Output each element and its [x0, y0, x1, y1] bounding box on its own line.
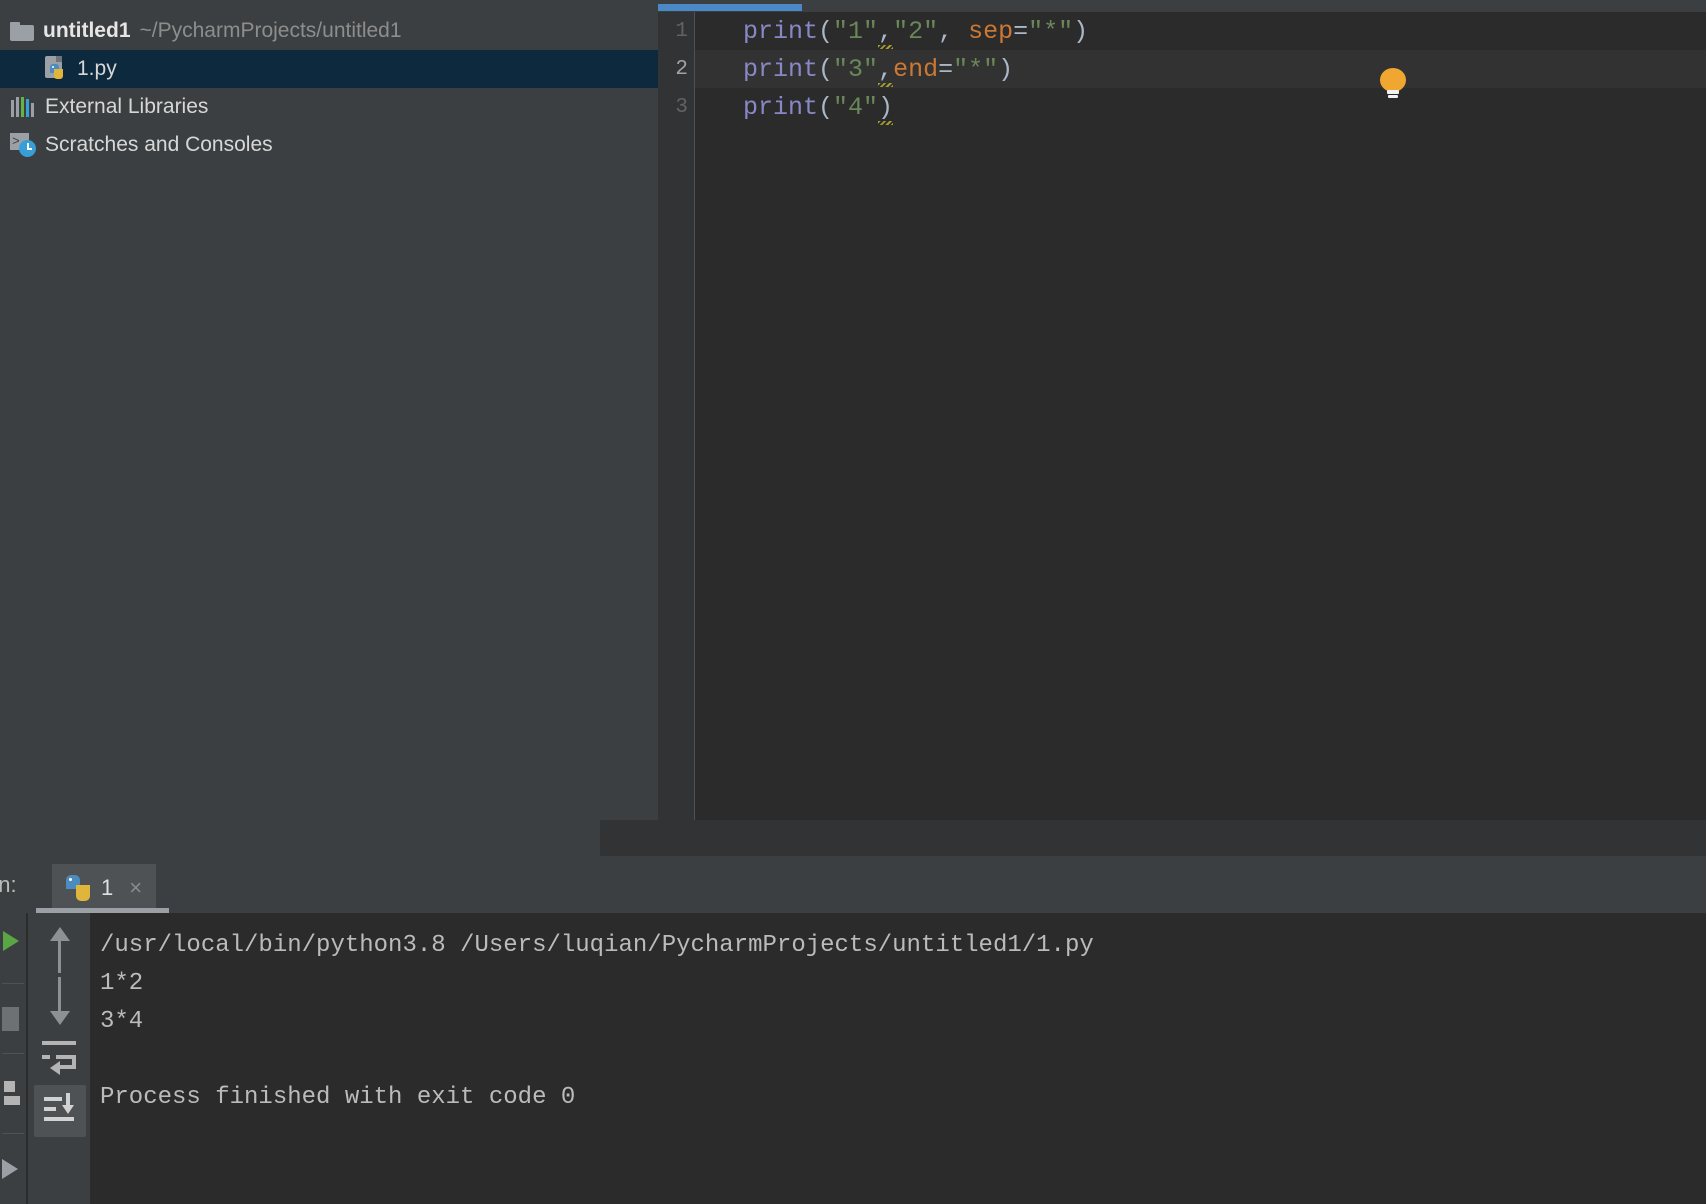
code-line-text: print("3", end = "*")	[743, 54, 1014, 87]
tree-row-project-root[interactable]: untitled1 ~/PycharmProjects/untitled1	[0, 12, 655, 50]
soft-wrap-icon[interactable]	[42, 1041, 80, 1075]
pycharm-window: untitled1 ~/PycharmProjects/untitled1 1.…	[0, 0, 1706, 1204]
editor-bottom-gap	[0, 820, 1706, 856]
run-tab-1[interactable]: 1 ×	[52, 864, 157, 912]
console-line: 1*2	[100, 970, 144, 997]
console-line: /usr/local/bin/python3.8 /Users/luqian/P…	[100, 932, 1094, 959]
run-tool-window-body: /usr/local/bin/python3.8 /Users/luqian/P…	[0, 913, 1706, 1204]
code-editor[interactable]: 1 print("1", "2", sep = "*") 2 print("3", en…	[658, 12, 1706, 820]
top-strip	[0, 0, 1706, 12]
folder-icon	[10, 21, 34, 41]
console-toolbar[interactable]	[28, 913, 90, 1204]
top-strip-right	[658, 0, 1706, 12]
tree-item-label: 1.py	[77, 57, 117, 80]
line-number: 3	[675, 95, 688, 119]
code-line-text: print("4")	[743, 92, 894, 125]
editor-line-3[interactable]: 3 print("4")	[675, 88, 1706, 126]
down-arrow-icon[interactable]	[42, 975, 76, 1027]
stop-icon[interactable]	[2, 1007, 19, 1031]
line-number: 2	[675, 57, 688, 81]
scroll-to-end-icon[interactable]	[34, 1085, 86, 1137]
console-line: 3*4	[100, 1008, 144, 1035]
run-left-toolbar[interactable]	[0, 913, 26, 1204]
code-line-text: print("1", "2", sep = "*")	[743, 16, 1089, 49]
up-arrow-icon[interactable]	[42, 923, 76, 975]
project-tool-window[interactable]: untitled1 ~/PycharmProjects/untitled1 1.…	[0, 12, 699, 856]
editor-line-2[interactable]: 2 print("3", end = "*")	[675, 50, 1706, 88]
editor-line-1[interactable]: 1 print("1", "2", sep = "*")	[675, 12, 1706, 50]
intention-bulb-icon[interactable]	[1380, 68, 1406, 98]
python-file-icon	[44, 56, 68, 82]
project-root-path: ~/PycharmProjects/untitled1	[139, 19, 402, 42]
rerun-icon[interactable]	[4, 1081, 22, 1107]
run-tab-label: 1	[101, 875, 114, 900]
resume-icon[interactable]	[2, 1159, 18, 1179]
editor-tab-accent-bar	[658, 4, 802, 11]
console-output[interactable]: /usr/local/bin/python3.8 /Users/luqian/P…	[90, 913, 1706, 1204]
tree-item-label: Scratches and Consoles	[45, 133, 273, 156]
tree-row-file-1py[interactable]: 1.py	[0, 50, 699, 88]
editor-bottom-gap-dark	[600, 820, 1706, 856]
run-tool-window-header: un: 1 ×	[0, 856, 1706, 913]
run-icon[interactable]	[3, 931, 19, 951]
tree-item-label: External Libraries	[45, 95, 209, 118]
tree-row-external-libraries[interactable]: External Libraries	[0, 88, 655, 126]
console-line: Process finished with exit code 0	[100, 1084, 576, 1111]
python-icon	[66, 875, 92, 901]
run-tool-window: un: 1 ×	[0, 856, 1706, 1204]
editor-gutter[interactable]	[658, 12, 694, 820]
line-number: 1	[675, 19, 688, 43]
editor-code-area[interactable]: 1 print("1", "2", sep = "*") 2 print("3", en…	[675, 12, 1706, 820]
tree-row-scratches-and-consoles[interactable]: > Scratches and Consoles	[0, 126, 655, 164]
project-root-name: untitled1	[43, 19, 131, 42]
run-tool-window-title: un:	[0, 872, 17, 897]
external-libraries-icon	[10, 97, 36, 117]
close-icon[interactable]: ×	[129, 875, 142, 901]
scratches-icon: >	[10, 133, 36, 157]
